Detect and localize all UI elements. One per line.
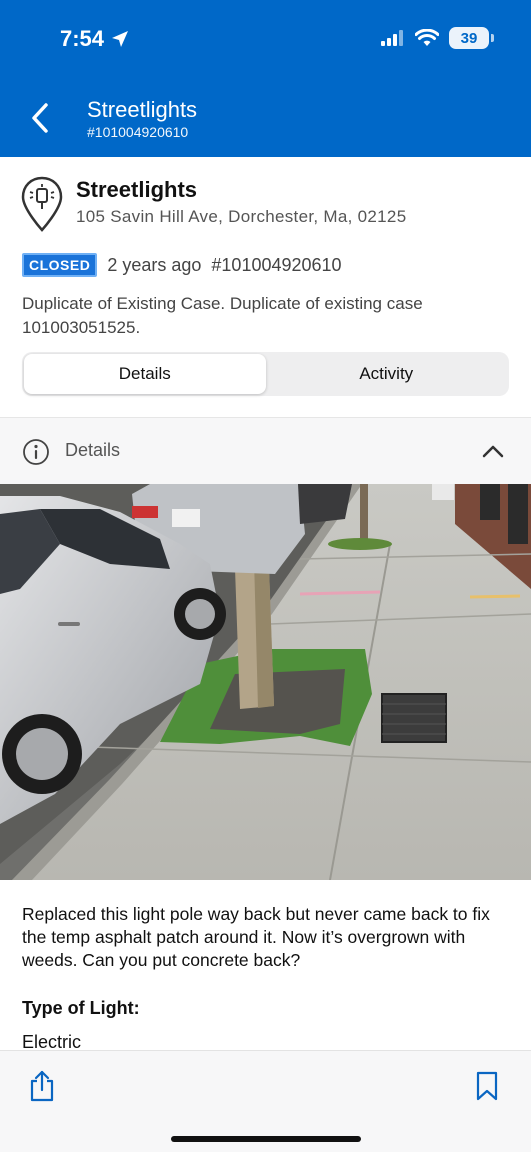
home-indicator [171,1136,361,1142]
bottom-toolbar [0,1050,531,1152]
wifi-icon [415,29,439,46]
details-section-label: Details [65,440,121,460]
status-bar-indicators: 39 [381,27,494,49]
share-icon[interactable] [28,1069,56,1103]
header-title: Streetlights [87,97,198,122]
case-address: 105 Savin Hill Ave, Dorchester, Ma, 0212… [76,207,407,226]
back-button[interactable] [22,98,58,138]
streetlight-pin-icon [21,176,63,232]
app-header: 7:54 39 Streetlights #101004920610 [0,0,531,157]
status-badge: CLOSED [22,253,98,277]
case-resolution: Duplicate of Existing Case. Duplicate of… [22,294,423,337]
case-number: #101004920610 [211,254,342,275]
info-icon [23,439,49,465]
details-section-header[interactable]: Details [0,418,531,484]
case-title: Streetlights [76,177,198,202]
tab-activity[interactable]: Activity [266,354,508,394]
tab-details[interactable]: Details [24,354,266,394]
battery-indicator: 39 [449,27,494,49]
case-description: Replaced this light pole way back but ne… [22,904,490,970]
bookmark-icon[interactable] [475,1071,499,1101]
field-label-type-of-light: Type of Light: [22,998,140,1018]
case-photo[interactable] [0,484,531,880]
case-meta-row: CLOSED 2 years ago #101004920610 [22,253,342,277]
signal-icon [381,30,403,46]
location-arrow-icon [112,31,129,47]
back-chevron-icon [32,103,48,133]
header-subtitle: #101004920610 [87,124,189,140]
status-bar-time: 7:54 [60,26,130,52]
case-age: 2 years ago [107,254,202,275]
tab-switcher: Details Activity [22,352,509,396]
chevron-up-icon [482,445,504,458]
